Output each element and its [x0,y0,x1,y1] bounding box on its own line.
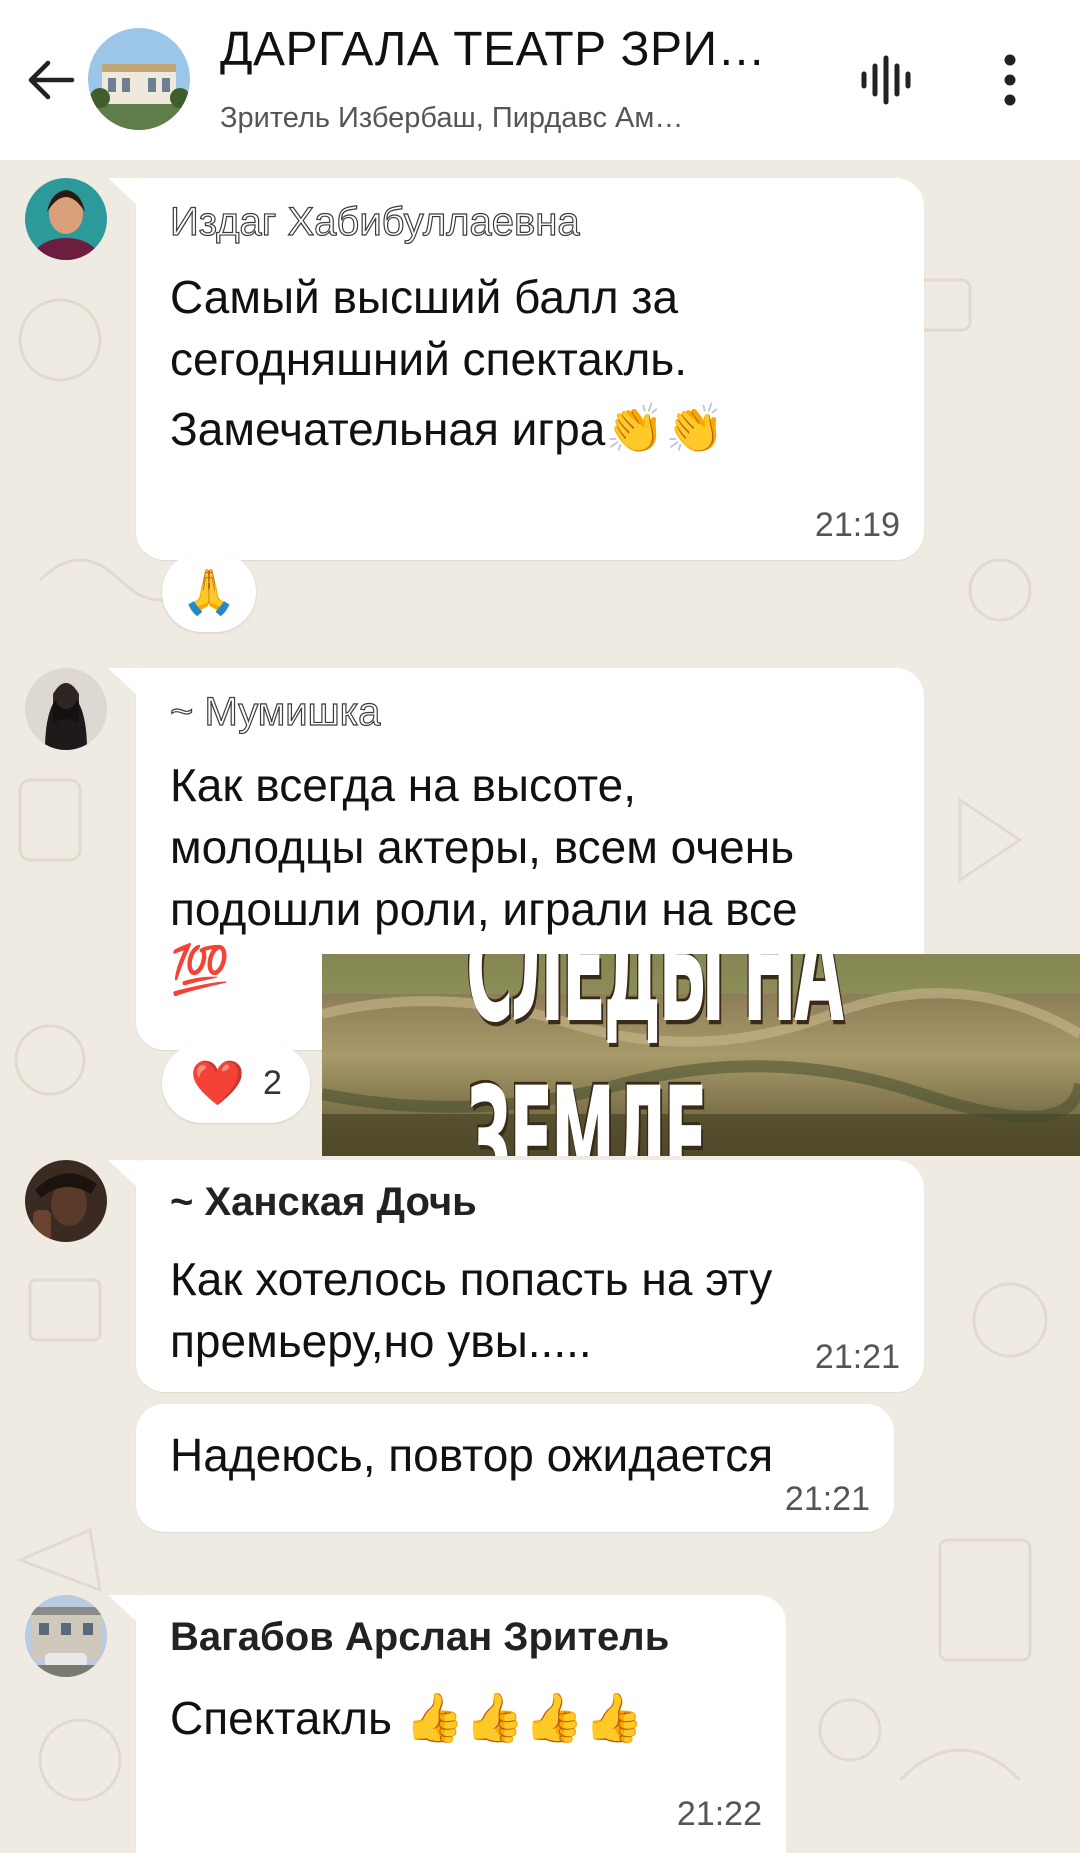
avatar-mumishka[interactable] [25,668,107,750]
bubble-tail [108,1595,138,1623]
message-bubble[interactable]: ~ Ханская Дочь Как хотелось попасть на э… [136,1160,924,1392]
sender-name[interactable]: ~ Мумишка [169,689,381,735]
reaction-count: 2 [262,1063,282,1102]
overlay-banner: СЛЕДЫ НА ЗЕМЛЕ [322,954,1080,1156]
chat-subtitle[interactable]: Зритель Избербаш, Пирдавс Ам… [220,102,683,135]
sender-name[interactable]: Вагабов Арслан Зритель [170,1615,669,1660]
message-time: 21:19 [814,506,900,544]
arrow-left-icon[interactable] [22,52,78,108]
praying-hands-emoji: 🙏 [181,568,237,617]
bubble-tail [108,178,138,206]
heart-emoji: ❤️ [190,1059,245,1108]
message-bubble[interactable]: Надеюсь, повтор ожидается 21:21 [136,1404,894,1532]
message-bubble[interactable]: Издаг Хабибуллаевна Самый высший балл за… [136,178,924,560]
sender-name[interactable]: Издаг Хабибуллаевна [169,199,580,245]
message-text: Спектакль 👍👍👍👍 [170,1692,644,1745]
message-text: Самый высший балл за сегодняшний спектак… [170,271,725,456]
chat-title[interactable]: ДАРГАЛА ТЕАТР ЗРИ… [220,22,766,77]
avatar-izdag[interactable] [25,178,107,260]
message-time: 21:22 [676,1795,762,1833]
clapping-emoji: 👏👏 [605,403,725,456]
voice-call-icon[interactable] [858,52,914,108]
message-bubble[interactable]: Вагабов Арслан Зритель Спектакль 👍👍👍👍 21… [136,1595,786,1853]
message-text: Как хотелось попасть на эту премьеру,но … [170,1253,773,1367]
banner-title: СЛЕДЫ НА ЗЕМЛЕ [466,954,844,1156]
chat-header: ДАРГАЛА ТЕАТР ЗРИ… Зритель Избербаш, Пир… [0,0,1080,160]
message-time: 21:21 [784,1480,870,1518]
message-text: Надеюсь, повтор ожидается [170,1429,774,1481]
bubble-tail [108,1160,138,1188]
reaction-badge[interactable]: 🙏 [162,552,256,632]
sender-name[interactable]: ~ Ханская Дочь [170,1180,477,1225]
avatar-khanskaya-doch[interactable] [25,1160,107,1242]
avatar-vagabov[interactable] [25,1595,107,1677]
reaction-badge[interactable]: ❤️ 2 [162,1043,310,1123]
bubble-tail [108,668,138,696]
thumbs-up-emoji: 👍👍👍👍 [404,1692,644,1745]
group-avatar[interactable] [88,28,190,130]
message-time: 21:21 [814,1338,900,1376]
more-vertical-icon[interactable] [990,52,1030,108]
